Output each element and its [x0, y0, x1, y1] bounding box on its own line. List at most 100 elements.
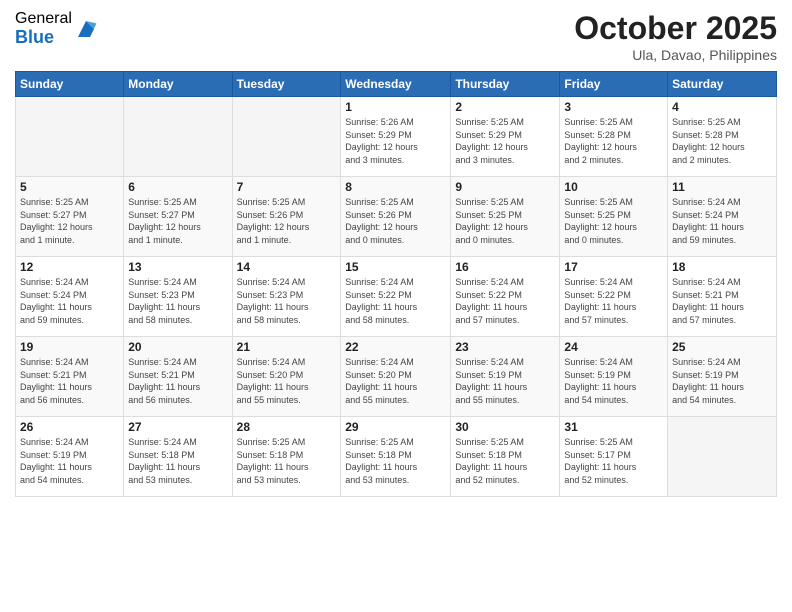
day-info: Sunrise: 5:25 AM Sunset: 5:25 PM Dayligh…	[455, 196, 555, 246]
calendar-cell: 25Sunrise: 5:24 AM Sunset: 5:19 PM Dayli…	[668, 337, 777, 417]
day-info: Sunrise: 5:24 AM Sunset: 5:19 PM Dayligh…	[20, 436, 119, 486]
day-number: 10	[564, 180, 663, 194]
day-info: Sunrise: 5:25 AM Sunset: 5:29 PM Dayligh…	[455, 116, 555, 166]
day-number: 5	[20, 180, 119, 194]
day-info: Sunrise: 5:25 AM Sunset: 5:28 PM Dayligh…	[672, 116, 772, 166]
weekday-header: Monday	[124, 72, 232, 97]
day-number: 4	[672, 100, 772, 114]
day-info: Sunrise: 5:25 AM Sunset: 5:28 PM Dayligh…	[564, 116, 663, 166]
calendar-cell: 16 Sunrise: 5:24 AM Sunset: 5:22 PM Dayli…	[451, 257, 560, 337]
day-number: 6	[128, 180, 227, 194]
weekday-header: Tuesday	[232, 72, 341, 97]
calendar-cell	[668, 417, 777, 497]
page-container: General Blue October 2025 Ula, Davao, Ph…	[0, 0, 792, 612]
day-number: 7	[237, 180, 337, 194]
calendar-cell: 5 Sunrise: 5:25 AM Sunset: 5:27 PM Daylig…	[16, 177, 124, 257]
day-info: Sunrise: 5:24 AM Sunset: 5:20 PM Dayligh…	[237, 356, 337, 406]
day-info: Sunrise: 5:24 AM Sunset: 5:21 PM Dayligh…	[672, 276, 772, 326]
day-info: Sunrise: 5:25 AM Sunset: 5:27 PM Dayligh…	[128, 196, 227, 246]
calendar-cell: 8Sunrise: 5:25 AM Sunset: 5:26 PM Daylig…	[341, 177, 451, 257]
day-number: 19	[20, 340, 119, 354]
day-number: 9	[455, 180, 555, 194]
calendar-cell	[232, 97, 341, 177]
day-number: 13	[128, 260, 227, 274]
day-number: 21	[237, 340, 337, 354]
day-info: Sunrise: 5:24 AM Sunset: 5:20 PM Dayligh…	[345, 356, 446, 406]
day-info: Sunrise: 5:25 AM Sunset: 5:25 PM Dayligh…	[564, 196, 663, 246]
calendar-cell: 22 Sunrise: 5:24 AM Sunset: 5:20 PM Dayli…	[341, 337, 451, 417]
day-number: 3	[564, 100, 663, 114]
day-number: 28	[237, 420, 337, 434]
day-number: 30	[455, 420, 555, 434]
calendar-cell: 11 Sunrise: 5:24 AM Sunset: 5:24 PM Dayli…	[668, 177, 777, 257]
day-info: Sunrise: 5:25 AM Sunset: 5:26 PM Dayligh…	[345, 196, 446, 246]
calendar-cell: 7 Sunrise: 5:25 AM Sunset: 5:26 PM Daylig…	[232, 177, 341, 257]
day-number: 14	[237, 260, 337, 274]
weekday-header-row: SundayMondayTuesdayWednesdayThursdayFrid…	[16, 72, 777, 97]
logo-general: General	[15, 10, 72, 28]
day-number: 26	[20, 420, 119, 434]
logo-icon	[74, 17, 98, 41]
calendar-cell: 12Sunrise: 5:24 AM Sunset: 5:24 PM Dayli…	[16, 257, 124, 337]
calendar-week-row: 26 Sunrise: 5:24 AM Sunset: 5:19 PM Dayli…	[16, 417, 777, 497]
day-info: Sunrise: 5:25 AM Sunset: 5:27 PM Dayligh…	[20, 196, 119, 246]
calendar-cell: 31 Sunrise: 5:25 AM Sunset: 5:17 PM Dayli…	[560, 417, 668, 497]
day-info: Sunrise: 5:24 AM Sunset: 5:22 PM Dayligh…	[455, 276, 555, 326]
day-info: Sunrise: 5:24 AM Sunset: 5:19 PM Dayligh…	[455, 356, 555, 406]
day-number: 1	[345, 100, 446, 114]
day-info: Sunrise: 5:24 AM Sunset: 5:19 PM Dayligh…	[672, 356, 772, 406]
weekday-header: Sunday	[16, 72, 124, 97]
location: Ula, Davao, Philippines	[574, 47, 777, 63]
weekday-header: Friday	[560, 72, 668, 97]
calendar-week-row: 5 Sunrise: 5:25 AM Sunset: 5:27 PM Daylig…	[16, 177, 777, 257]
day-info: Sunrise: 5:25 AM Sunset: 5:18 PM Dayligh…	[237, 436, 337, 486]
day-info: Sunrise: 5:24 AM Sunset: 5:19 PM Dayligh…	[564, 356, 663, 406]
day-info: Sunrise: 5:24 AM Sunset: 5:22 PM Dayligh…	[564, 276, 663, 326]
day-number: 20	[128, 340, 227, 354]
calendar-cell: 19 Sunrise: 5:24 AM Sunset: 5:21 PM Dayli…	[16, 337, 124, 417]
day-info: Sunrise: 5:25 AM Sunset: 5:26 PM Dayligh…	[237, 196, 337, 246]
day-number: 23	[455, 340, 555, 354]
month-title: October 2025	[574, 10, 777, 47]
weekday-header: Saturday	[668, 72, 777, 97]
day-info: Sunrise: 5:24 AM Sunset: 5:23 PM Dayligh…	[128, 276, 227, 326]
day-number: 29	[345, 420, 446, 434]
day-number: 16	[455, 260, 555, 274]
logo-blue: Blue	[15, 28, 72, 48]
calendar-week-row: 19 Sunrise: 5:24 AM Sunset: 5:21 PM Dayli…	[16, 337, 777, 417]
day-number: 22	[345, 340, 446, 354]
calendar-cell: 6 Sunrise: 5:25 AM Sunset: 5:27 PM Daylig…	[124, 177, 232, 257]
calendar-cell: 23 Sunrise: 5:24 AM Sunset: 5:19 PM Dayli…	[451, 337, 560, 417]
day-number: 15	[345, 260, 446, 274]
day-number: 31	[564, 420, 663, 434]
day-info: Sunrise: 5:24 AM Sunset: 5:24 PM Dayligh…	[20, 276, 119, 326]
calendar-cell	[124, 97, 232, 177]
calendar-cell: 14 Sunrise: 5:24 AM Sunset: 5:23 PM Dayli…	[232, 257, 341, 337]
calendar-cell: 24 Sunrise: 5:24 AM Sunset: 5:19 PM Dayli…	[560, 337, 668, 417]
calendar-cell	[16, 97, 124, 177]
calendar-cell: 26 Sunrise: 5:24 AM Sunset: 5:19 PM Dayli…	[16, 417, 124, 497]
day-info: Sunrise: 5:24 AM Sunset: 5:21 PM Dayligh…	[20, 356, 119, 406]
calendar-cell: 30Sunrise: 5:25 AM Sunset: 5:18 PM Dayli…	[451, 417, 560, 497]
weekday-header: Thursday	[451, 72, 560, 97]
calendar-cell: 20 Sunrise: 5:24 AM Sunset: 5:21 PM Dayli…	[124, 337, 232, 417]
day-info: Sunrise: 5:24 AM Sunset: 5:23 PM Dayligh…	[237, 276, 337, 326]
calendar-cell: 27Sunrise: 5:24 AM Sunset: 5:18 PM Dayli…	[124, 417, 232, 497]
day-info: Sunrise: 5:24 AM Sunset: 5:18 PM Dayligh…	[128, 436, 227, 486]
day-info: Sunrise: 5:24 AM Sunset: 5:24 PM Dayligh…	[672, 196, 772, 246]
day-number: 11	[672, 180, 772, 194]
day-number: 2	[455, 100, 555, 114]
calendar-week-row: 1Sunrise: 5:26 AM Sunset: 5:29 PM Daylig…	[16, 97, 777, 177]
day-info: Sunrise: 5:24 AM Sunset: 5:21 PM Dayligh…	[128, 356, 227, 406]
day-info: Sunrise: 5:25 AM Sunset: 5:17 PM Dayligh…	[564, 436, 663, 486]
day-info: Sunrise: 5:25 AM Sunset: 5:18 PM Dayligh…	[345, 436, 446, 486]
day-number: 17	[564, 260, 663, 274]
calendar-cell: 3 Sunrise: 5:25 AM Sunset: 5:28 PM Daylig…	[560, 97, 668, 177]
calendar-cell: 17 Sunrise: 5:24 AM Sunset: 5:22 PM Dayli…	[560, 257, 668, 337]
calendar-cell: 29 Sunrise: 5:25 AM Sunset: 5:18 PM Dayli…	[341, 417, 451, 497]
day-number: 24	[564, 340, 663, 354]
header: General Blue October 2025 Ula, Davao, Ph…	[15, 10, 777, 63]
calendar-cell: 9 Sunrise: 5:25 AM Sunset: 5:25 PM Daylig…	[451, 177, 560, 257]
title-section: October 2025 Ula, Davao, Philippines	[574, 10, 777, 63]
calendar-table: SundayMondayTuesdayWednesdayThursdayFrid…	[15, 71, 777, 497]
